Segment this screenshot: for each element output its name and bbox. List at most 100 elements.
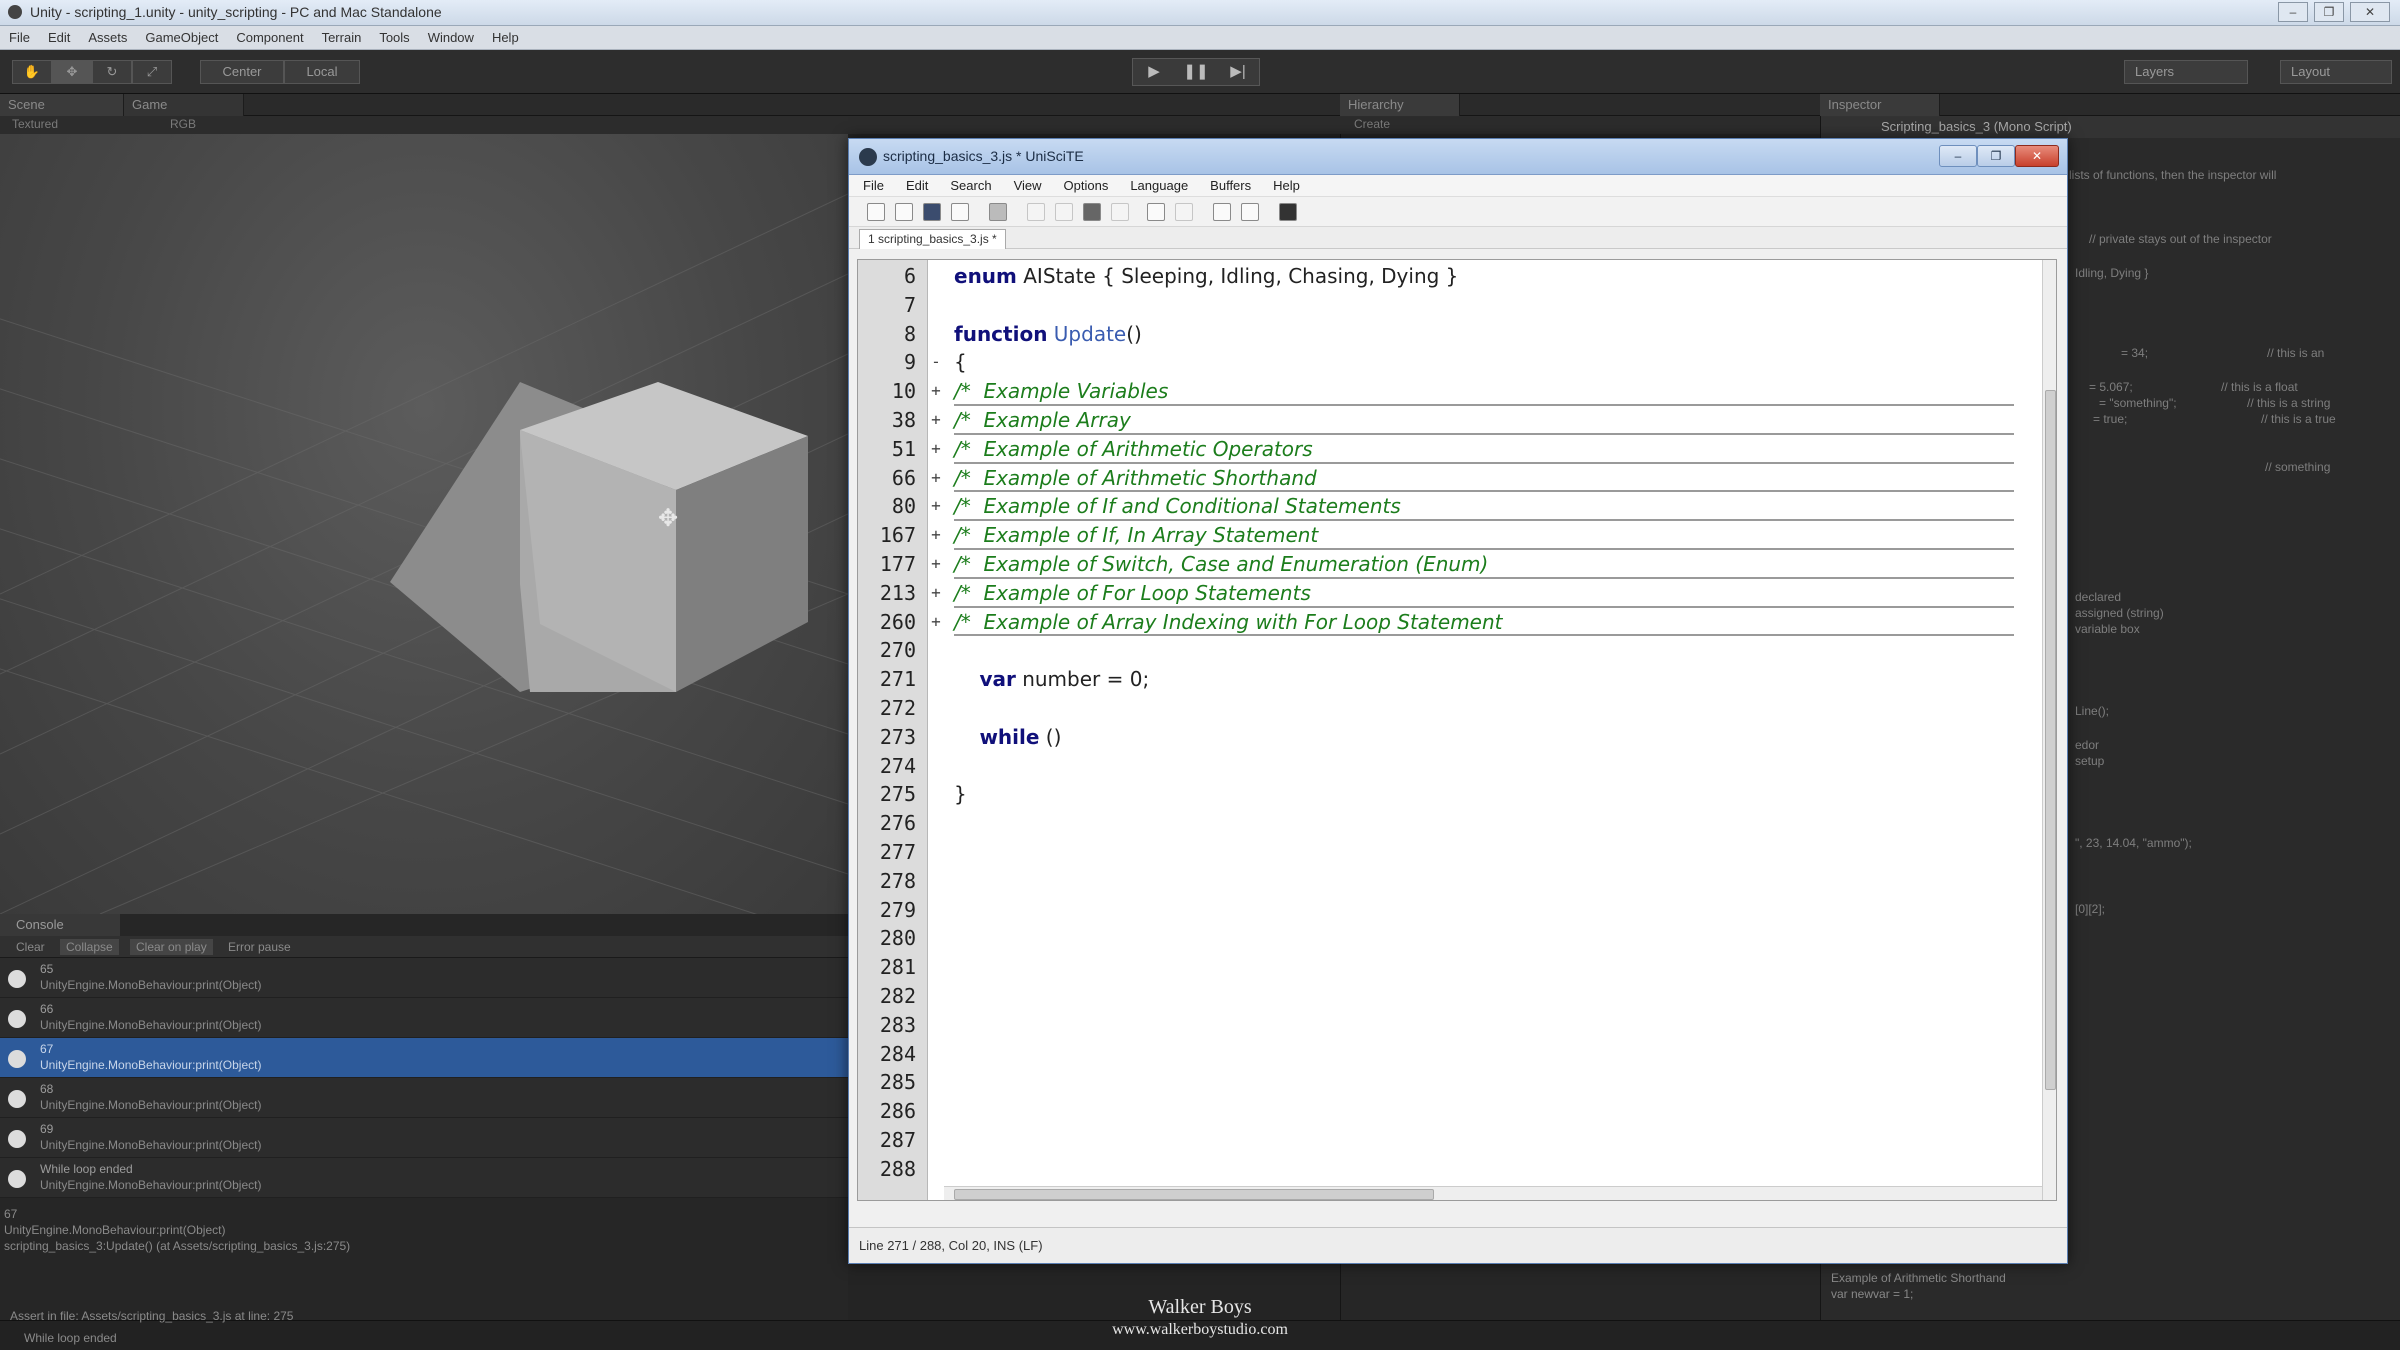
editor-menu-view[interactable]: View xyxy=(1000,175,1050,193)
console-row-selected[interactable]: 67 UnityEngine.MonoBehaviour:print(Object… xyxy=(0,1038,848,1078)
tab-hierarchy[interactable]: Hierarchy xyxy=(1340,94,1460,116)
tab-console[interactable]: Console xyxy=(0,914,120,936)
editor-menu-buffers[interactable]: Buffers xyxy=(1196,175,1259,193)
tab-game[interactable]: Game xyxy=(124,94,244,116)
folded-code-line[interactable]: /* Example Array xyxy=(954,406,2014,435)
fold-margin[interactable]: - + + + + + + + + + xyxy=(928,260,944,1200)
scene-view[interactable]: ✥ xyxy=(0,134,848,914)
console-row[interactable]: 66 UnityEngine.MonoBehaviour:print(Object… xyxy=(0,998,848,1038)
code-line[interactable]: } xyxy=(954,780,967,809)
editor-menu-help[interactable]: Help xyxy=(1259,175,1308,193)
layers-dropdown[interactable]: Layers xyxy=(2124,60,2248,84)
code-editor[interactable]: 6 7 8 9 10 38 51 66 80 167 177 213 260 270 271 272 273 27… xyxy=(857,259,2057,1201)
save-icon[interactable] xyxy=(923,203,941,221)
step-icon[interactable]: ▶| xyxy=(1217,59,1259,85)
editor-close-button[interactable]: ✕ xyxy=(2015,145,2059,167)
editor-menu-options[interactable]: Options xyxy=(1050,175,1117,193)
close-file-icon[interactable] xyxy=(951,203,969,221)
menu-help[interactable]: Help xyxy=(483,26,528,45)
vertical-scrollbar[interactable] xyxy=(2042,260,2056,1200)
menu-terrain[interactable]: Terrain xyxy=(313,26,371,45)
paste-icon[interactable] xyxy=(1083,203,1101,221)
code-line[interactable]: while () xyxy=(954,723,1061,752)
editor-file-tab[interactable]: 1 scripting_basics_3.js * xyxy=(859,229,1006,249)
editor-menu-search[interactable]: Search xyxy=(936,175,999,193)
editor-menu-edit[interactable]: Edit xyxy=(892,175,936,193)
menu-component[interactable]: Component xyxy=(227,26,312,45)
console-row[interactable]: While loop ended UnityEngine.MonoBehaviou… xyxy=(0,1158,848,1198)
tab-inspector[interactable]: Inspector xyxy=(1820,94,1940,116)
print-icon[interactable] xyxy=(989,203,1007,221)
folded-code-line[interactable]: /* Example Variables xyxy=(954,377,2014,406)
close-button[interactable]: ✕ xyxy=(2350,2,2390,22)
undo-icon[interactable] xyxy=(1147,203,1165,221)
vertical-scroll-thumb[interactable] xyxy=(2045,390,2056,1090)
console-collapse-button[interactable]: Collapse xyxy=(60,939,119,955)
render-mode-dropdown[interactable]: RGB xyxy=(170,117,196,131)
horizontal-scroll-thumb[interactable] xyxy=(954,1189,1434,1200)
pause-icon[interactable]: ❚❚ xyxy=(1175,59,1217,85)
horizontal-scrollbar[interactable] xyxy=(944,1186,2042,1200)
minimize-button[interactable]: – xyxy=(2278,2,2308,22)
new-file-icon[interactable] xyxy=(867,203,885,221)
fold-expand-icon[interactable]: + xyxy=(930,435,942,464)
code-line[interactable]: { xyxy=(954,348,967,377)
editor-maximize-button[interactable]: ❐ xyxy=(1977,145,2015,167)
fold-expand-icon[interactable]: + xyxy=(930,579,942,608)
folded-code-line[interactable]: /* Example of If, In Array Statement xyxy=(954,521,2014,550)
hand-tool-icon[interactable]: ✋ xyxy=(12,60,52,84)
fold-expand-icon[interactable]: + xyxy=(930,464,942,493)
fold-expand-icon[interactable]: + xyxy=(930,608,942,637)
fold-expand-icon[interactable]: + xyxy=(930,550,942,579)
fold-expand-icon[interactable]: + xyxy=(930,377,942,406)
menu-gameobject[interactable]: GameObject xyxy=(136,26,227,45)
editor-menu-language[interactable]: Language xyxy=(1116,175,1196,193)
space-toggle[interactable]: Local xyxy=(284,60,360,84)
menu-edit[interactable]: Edit xyxy=(39,26,79,45)
folded-code-line[interactable]: /* Example of Arithmetic Shorthand xyxy=(954,464,2014,493)
pivot-toggle[interactable]: Center xyxy=(200,60,284,84)
hierarchy-create-dropdown[interactable]: Create xyxy=(1354,117,1390,131)
find-icon[interactable] xyxy=(1213,203,1231,221)
menu-tools[interactable]: Tools xyxy=(370,26,418,45)
tab-scene[interactable]: Scene xyxy=(0,94,124,116)
folded-code-line[interactable]: /* Example of For Loop Statements xyxy=(954,579,2014,608)
layout-dropdown[interactable]: Layout xyxy=(2280,60,2392,84)
code-line[interactable]: enum AIState { Sleeping, Idling, Chasing… xyxy=(954,262,1458,291)
help-icon[interactable] xyxy=(1279,203,1297,221)
scale-tool-icon[interactable]: ⤢ xyxy=(132,60,172,84)
console-clear-on-play-button[interactable]: Clear on play xyxy=(130,939,213,955)
menu-assets[interactable]: Assets xyxy=(79,26,136,45)
cut-icon[interactable] xyxy=(1027,203,1045,221)
fold-expand-icon[interactable]: + xyxy=(930,492,942,521)
fold-collapse-icon[interactable]: - xyxy=(930,348,942,377)
replace-icon[interactable] xyxy=(1241,203,1259,221)
editor-menu-file[interactable]: File xyxy=(849,175,892,193)
shading-mode-dropdown[interactable]: Textured xyxy=(12,117,58,131)
folded-code-line[interactable]: /* Example of If and Conditional Stateme… xyxy=(954,492,2014,522)
code-line[interactable]: function Update() xyxy=(954,320,1142,349)
delete-icon[interactable] xyxy=(1111,203,1129,221)
code-line[interactable]: var number = 0; xyxy=(954,665,1149,694)
maximize-button[interactable]: ❐ xyxy=(2314,2,2344,22)
console-clear-button[interactable]: Clear xyxy=(10,939,51,955)
console-row[interactable]: 69 UnityEngine.MonoBehaviour:print(Object… xyxy=(0,1118,848,1158)
console-row[interactable]: 68 UnityEngine.MonoBehaviour:print(Object… xyxy=(0,1078,848,1118)
rotate-tool-icon[interactable]: ↻ xyxy=(92,60,132,84)
play-icon[interactable]: ▶ xyxy=(1133,59,1175,85)
folded-code-line[interactable]: /* Example of Switch, Case and Enumerati… xyxy=(954,550,2014,579)
menu-window[interactable]: Window xyxy=(419,26,483,45)
fold-expand-icon[interactable]: + xyxy=(930,406,942,435)
menu-file[interactable]: File xyxy=(0,26,39,45)
copy-icon[interactable] xyxy=(1055,203,1073,221)
open-file-icon[interactable] xyxy=(895,203,913,221)
folded-code-line[interactable]: /* Example of Array Indexing with For Lo… xyxy=(954,608,2014,637)
fold-expand-icon[interactable]: + xyxy=(930,521,942,550)
redo-icon[interactable] xyxy=(1175,203,1193,221)
editor-minimize-button[interactable]: – xyxy=(1939,145,1977,167)
console-error-pause-button[interactable]: Error pause xyxy=(222,939,297,955)
move-tool-icon[interactable]: ✥ xyxy=(52,60,92,84)
last-log-message[interactable]: While loop ended xyxy=(24,1331,117,1345)
folded-code-line[interactable]: /* Example of Arithmetic Operators xyxy=(954,435,2014,464)
console-row[interactable]: 65 UnityEngine.MonoBehaviour:print(Object… xyxy=(0,958,848,998)
